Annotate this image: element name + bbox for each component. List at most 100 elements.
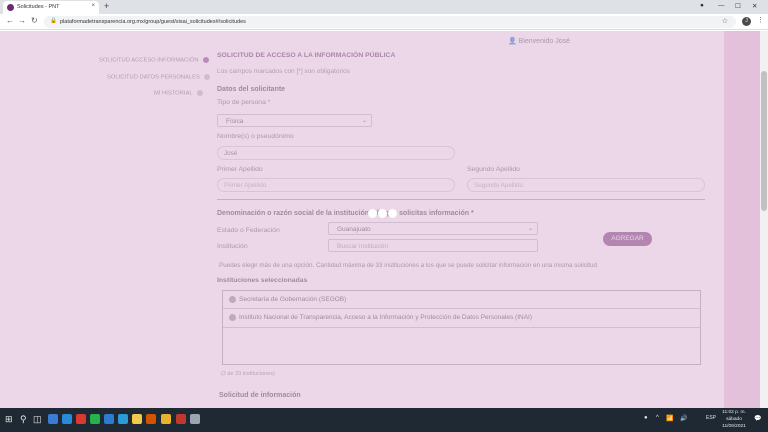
name-label: Nombre(s) o pseudónimo	[217, 133, 294, 140]
minimize-button[interactable]: —	[718, 2, 725, 9]
remove-institution-icon[interactable]	[229, 296, 236, 303]
selected-institutions-box: Secretaría de Gobernación (SEGOB) Instit…	[222, 290, 701, 365]
first-surname-label: Primer Apellido	[217, 166, 263, 173]
tab-close-icon[interactable]: ×	[91, 3, 95, 9]
sidebar-item-historial[interactable]: Mi historial	[154, 90, 203, 97]
maximize-button[interactable]: ☐	[735, 2, 741, 10]
help-text: Puedes elegir más de una opción. Cantida…	[219, 262, 598, 269]
page-scrollbar[interactable]	[760, 31, 768, 408]
tray-app-icon[interactable]: ●	[644, 415, 648, 421]
second-surname-placeholder: Segundo Apellido	[474, 182, 524, 189]
second-surname-field[interactable]: Segundo Apellido	[467, 178, 705, 192]
form-title: Solicitud de acceso a la información púb…	[217, 52, 396, 59]
page-content: 👤 Bienvenido José Solicitud acceso infor…	[0, 31, 760, 408]
tray-expand-icon[interactable]: ^	[656, 415, 659, 421]
back-button[interactable]: ←	[6, 16, 14, 25]
chrome-icon[interactable]	[161, 414, 171, 424]
browser-window: Solicitudes - PNT × + ● — ☐ ✕ ← → ↻ 🔒 pl…	[0, 0, 768, 432]
sidebar-item-label: Solicitud datos personales	[107, 74, 200, 81]
browser-account-icon[interactable]: ●	[700, 2, 704, 9]
sidebar-item-label: Solicitud acceso información	[99, 57, 199, 64]
opera-icon[interactable]	[76, 414, 86, 424]
notifications-icon[interactable]: 💬	[754, 415, 761, 422]
request-section-title: Solicitud de información	[219, 392, 301, 399]
state-value: Guanajuato	[337, 226, 371, 233]
photos-icon[interactable]	[118, 414, 128, 424]
volume-icon[interactable]: 🔊	[680, 415, 687, 422]
list-divider	[223, 308, 700, 309]
start-icon[interactable]: ⊞	[5, 414, 13, 425]
clock-date: 11/09/2021	[722, 424, 746, 429]
pnt-favicon-icon	[7, 4, 14, 11]
remove-institution-icon[interactable]	[229, 314, 236, 321]
sidebar-item-label: Mi historial	[154, 90, 193, 97]
list-item: Instituto Nacional de Transparencia, Acc…	[229, 314, 532, 321]
second-surname-label: Segundo Apellido	[467, 166, 520, 173]
tab-title: Solicitudes - PNT	[17, 4, 60, 10]
wifi-icon[interactable]: 📶	[666, 415, 673, 422]
file-explorer-icon[interactable]	[132, 414, 142, 424]
add-institution-button[interactable]: Agregar	[603, 232, 652, 246]
clock-day: sábado	[726, 417, 742, 422]
selected-institutions-label: Instituciones seleccionadas	[217, 277, 308, 284]
task-view-icon[interactable]: ◫	[33, 414, 42, 425]
sidebar-dot-icon	[196, 90, 203, 96]
taskbar-app-icon[interactable]	[146, 414, 156, 424]
whatsapp-icon[interactable]	[90, 414, 100, 424]
lock-icon[interactable]: 🔒	[50, 18, 57, 24]
institution-section-title: Denominación o razón social de la instit…	[217, 210, 474, 217]
tab-solicitudes[interactable]: Solicitudes - PNT ×	[3, 1, 99, 14]
sidebar-item-acceso[interactable]: Solicitud acceso información	[99, 57, 209, 64]
chevron-down-icon: ⌄	[527, 226, 533, 232]
sidebar-dot-icon	[203, 74, 210, 80]
section-divider	[217, 199, 705, 200]
welcome-text: Bienvenido José	[518, 38, 571, 45]
address-bar-row: ← → ↻ 🔒 plataformadetransparencia.org.mx…	[0, 14, 768, 30]
right-decorative-band	[724, 31, 760, 408]
close-window-button[interactable]: ✕	[752, 2, 757, 10]
institution-count: (2 de 33 instituciones)	[221, 371, 275, 377]
institution-search-input[interactable]: Buscar institución	[328, 239, 538, 252]
taskbar-app-icon[interactable]	[176, 414, 186, 424]
institution-name: Secretaría de Gobernación (SEGOB)	[239, 296, 347, 304]
forward-button[interactable]: →	[18, 16, 26, 25]
language-indicator[interactable]: ESP	[706, 415, 716, 421]
state-select[interactable]: Guanajuato ⌄	[328, 222, 538, 235]
person-type-select[interactable]: Física ⌄	[217, 114, 372, 127]
chevron-down-icon: ⌄	[361, 118, 367, 124]
name-value: José	[224, 150, 238, 157]
first-surname-placeholder: Primer Apellido	[224, 182, 267, 189]
sidebar-item-datos-personales[interactable]: Solicitud datos personales	[107, 74, 210, 81]
person-type-value: Física	[226, 118, 244, 125]
list-divider	[223, 327, 700, 328]
windows-taskbar: ⊞ ⚲ ◫ ● ^ 📶 🔊 ESP 11:02 p. m. sábado 11/…	[0, 408, 768, 432]
state-label: Estado o Federación	[217, 227, 280, 234]
institution-label: Institución	[217, 243, 248, 250]
list-item: Secretaría de Gobernación (SEGOB)	[229, 296, 346, 303]
edge-icon[interactable]	[62, 414, 72, 424]
taskbar-app-icon[interactable]	[190, 414, 200, 424]
taskbar-app-icon[interactable]	[48, 414, 58, 424]
requester-section-title: Datos del solicitante	[217, 86, 286, 93]
reload-button[interactable]: ↻	[31, 16, 38, 25]
sidebar-active-dot-icon	[202, 57, 209, 63]
institution-name: Instituto Nacional de Transparencia, Acc…	[239, 314, 533, 322]
url-text: plataformadetransparencia.org.mx/group/g…	[60, 19, 246, 25]
tab-bar: Solicitudes - PNT × + ● — ☐ ✕	[0, 0, 768, 14]
new-tab-button[interactable]: +	[104, 1, 109, 11]
profile-avatar[interactable]: J	[742, 17, 751, 26]
word-icon[interactable]	[104, 414, 114, 424]
name-field[interactable]: José	[217, 146, 455, 160]
clock-time[interactable]: 11:02 p. m.	[718, 410, 750, 415]
bookmark-star-icon[interactable]: ☆	[722, 17, 728, 25]
search-icon[interactable]: ⚲	[20, 414, 27, 425]
loading-spinner-icon	[368, 205, 398, 223]
url-field[interactable]: 🔒 plataformadetransparencia.org.mx/group…	[44, 16, 736, 28]
scrollbar-thumb[interactable]	[761, 71, 767, 211]
welcome-message: 👤 Bienvenido José	[508, 37, 570, 45]
user-icon: 👤	[508, 38, 517, 45]
required-note: Los campos marcados con [*] son obligato…	[217, 68, 350, 75]
first-surname-field[interactable]: Primer Apellido	[217, 178, 455, 192]
institution-placeholder: Buscar institución	[337, 243, 388, 250]
browser-menu-icon[interactable]: ⋮	[757, 16, 764, 24]
